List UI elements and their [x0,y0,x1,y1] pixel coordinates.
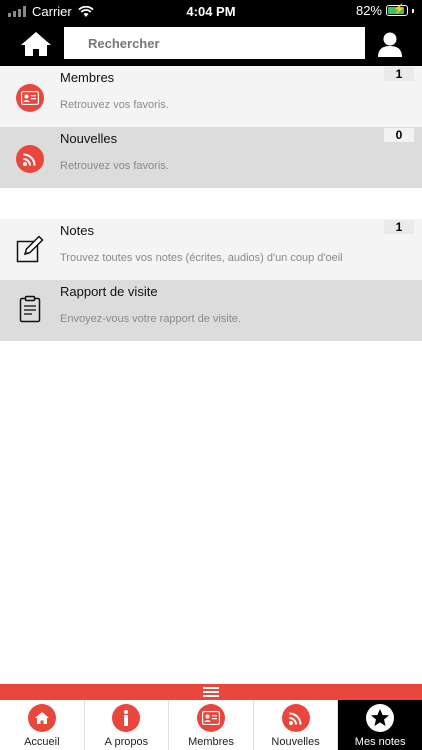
search-input[interactable] [64,27,365,59]
tab-accueil[interactable]: Accueil [0,700,85,750]
home-icon[interactable] [18,30,54,58]
battery-percent: 82% [355,3,382,18]
item-title: Membres [60,70,115,85]
rss-icon [16,145,44,173]
member-card-icon [196,704,225,732]
status-bar: Carrier 4:04 PM 82% ⚡ [0,0,422,22]
tab-mes-notes[interactable]: Mes notes [338,700,422,750]
item-title: Notes [60,223,94,238]
rss-icon [281,704,310,732]
tab-bar: Accueil A propos Membres Nouvelles Mes n… [0,700,422,750]
favorites-list: Membres Retrouvez vos favoris. 1 Nouvell… [0,66,422,341]
tab-nouvelles[interactable]: Nouvelles [254,700,339,750]
star-icon [366,704,395,732]
count-badge: 1 [384,220,414,234]
list-item-notes[interactable]: Notes Trouvez toutes vos notes (écrites,… [0,219,422,280]
status-right: 82% ⚡ [356,3,414,18]
item-title: Rapport de visite [60,284,158,299]
tab-membres[interactable]: Membres [169,700,254,750]
top-bar [0,22,422,66]
clipboard-icon [19,295,41,323]
user-icon[interactable] [376,30,404,58]
home-icon [27,704,56,732]
section-divider [0,188,422,219]
list-item-rapport-de-visite[interactable]: Rapport de visite Envoyez-vous votre rap… [0,280,422,341]
item-subtitle: Envoyez-vous votre rapport de visite. [60,313,241,325]
tab-label: A propos [104,736,149,748]
list-item-nouvelles[interactable]: Nouvelles Retrouvez vos favoris. 0 [0,127,422,188]
item-title: Nouvelles [60,131,118,146]
menu-icon [203,687,219,697]
battery-tip [412,8,414,13]
count-badge: 1 [384,67,414,81]
tab-label: Accueil [24,736,60,748]
tab-a-propos[interactable]: A propos [85,700,170,750]
tab-label: Mes notes [354,736,406,748]
item-subtitle: Retrouvez vos favoris. [60,99,169,111]
drawer-handle[interactable] [0,684,422,700]
item-subtitle: Retrouvez vos favoris. [60,160,169,172]
count-badge: 0 [384,128,414,142]
tab-label: Membres [188,736,234,748]
member-card-icon [16,84,44,112]
list-item-membres[interactable]: Membres Retrouvez vos favoris. 1 [0,66,422,127]
battery-icon: ⚡ [386,4,408,16]
bottom-nav: Accueil A propos Membres Nouvelles Mes n… [0,684,422,750]
tab-label: Nouvelles [271,736,320,748]
info-icon [112,704,141,732]
item-subtitle: Trouvez toutes vos notes (écrites, audio… [60,252,343,264]
edit-note-icon [16,235,44,263]
